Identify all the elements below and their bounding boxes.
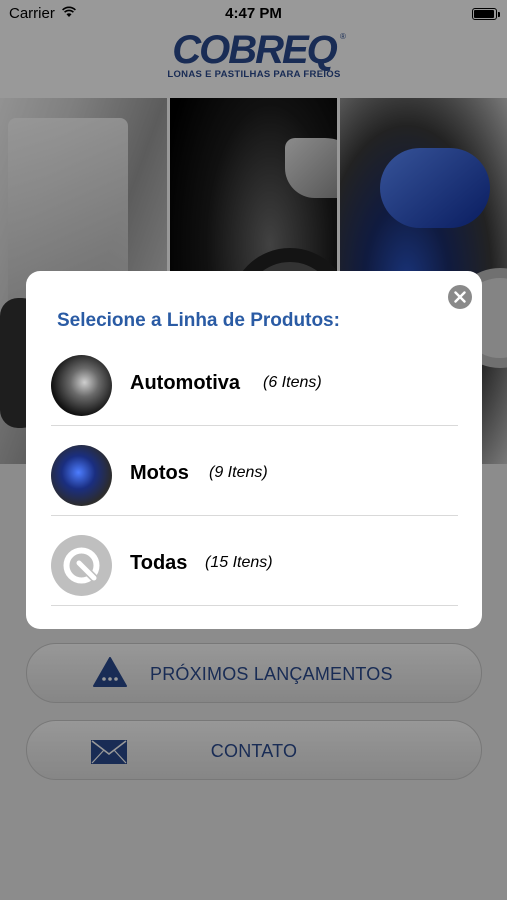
cobreq-q-icon	[51, 535, 112, 596]
product-line-automotiva[interactable]: Automotiva (6 Itens)	[51, 336, 458, 426]
product-line-name: Todas	[130, 552, 188, 574]
close-icon[interactable]	[448, 285, 472, 309]
product-line-count: (6 Itens)	[263, 374, 322, 391]
motorcycle-thumbnail-icon	[51, 445, 112, 506]
product-line-todas[interactable]: Todas (15 Itens)	[51, 516, 458, 606]
product-line-name: Motos	[130, 462, 189, 484]
product-line-count: (15 Itens)	[205, 554, 273, 571]
car-thumbnail-icon	[51, 355, 112, 416]
product-line-motos[interactable]: Motos (9 Itens)	[51, 426, 458, 516]
dialog-title: Selecione a Linha de Produtos:	[57, 310, 340, 331]
product-line-name: Automotiva	[130, 372, 240, 394]
product-line-count: (9 Itens)	[209, 464, 268, 481]
product-line-dialog: Selecione a Linha de Produtos: Automotiv…	[26, 271, 482, 629]
